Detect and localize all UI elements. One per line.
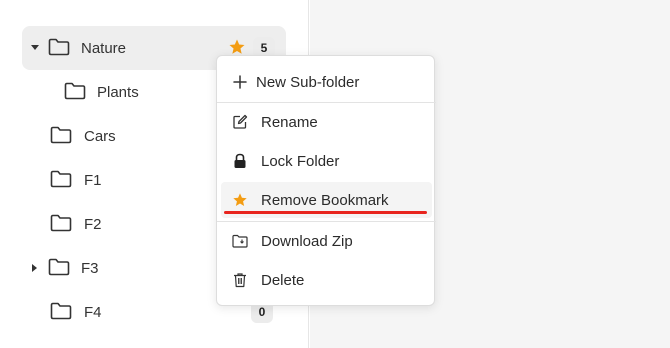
- folder-icon: [50, 170, 72, 188]
- caret-right-icon[interactable]: [30, 263, 40, 273]
- tree-item-label: Plants: [97, 84, 139, 101]
- folder-icon: [64, 82, 86, 100]
- folder-icon: [50, 302, 72, 320]
- tree-item-plants[interactable]: Plants: [22, 70, 212, 114]
- tree-item-label: F1: [84, 172, 102, 189]
- folder-icon: [48, 38, 70, 56]
- menu-item-label: Lock Folder: [261, 152, 340, 170]
- annotation-underline: [224, 211, 427, 214]
- menu-item-label: Delete: [261, 271, 305, 289]
- lock-icon: [231, 152, 249, 170]
- tree-item-cars[interactable]: Cars: [22, 114, 212, 158]
- folder-context-menu: New Sub-folder Rename Lock Folder Remove…: [216, 55, 436, 306]
- download-folder-icon: [231, 232, 249, 250]
- menu-item-label: Download Zip: [261, 232, 353, 250]
- menu-item-new-subfolder[interactable]: New Sub-folder: [221, 64, 432, 100]
- menu-item-delete[interactable]: Delete: [221, 262, 432, 298]
- menu-item-rename[interactable]: Rename: [221, 104, 432, 140]
- menu-item-download-zip[interactable]: Download Zip: [221, 223, 432, 259]
- tree-item-label: F4: [84, 304, 102, 321]
- menu-item-label: New Sub-folder: [256, 73, 360, 91]
- menu-divider: [217, 102, 436, 103]
- star-icon: [231, 191, 249, 209]
- folder-icon: [48, 258, 70, 276]
- tree-item-label: F2: [84, 216, 102, 233]
- caret-down-icon[interactable]: [30, 43, 40, 53]
- menu-item-label: Remove Bookmark: [261, 191, 389, 209]
- trash-icon: [231, 271, 249, 289]
- tree-item-label: Cars: [84, 128, 116, 145]
- edit-icon: [231, 113, 249, 131]
- star-icon[interactable]: [228, 38, 246, 56]
- app-window: Nature 5 Plants Cars F1 F2 F3 F4 0 New S…: [0, 0, 670, 348]
- folder-icon: [50, 126, 72, 144]
- folder-icon: [50, 214, 72, 232]
- menu-divider: [217, 221, 436, 222]
- tree-item-f1[interactable]: F1: [22, 158, 212, 202]
- tree-item-label: F3: [81, 260, 99, 277]
- menu-item-label: Rename: [261, 113, 318, 131]
- menu-item-lock-folder[interactable]: Lock Folder: [221, 143, 432, 179]
- tree-item-f2[interactable]: F2: [22, 202, 212, 246]
- tree-item-label: Nature: [81, 40, 127, 57]
- plus-icon: [231, 73, 249, 91]
- tree-item-f3[interactable]: F3: [22, 246, 212, 290]
